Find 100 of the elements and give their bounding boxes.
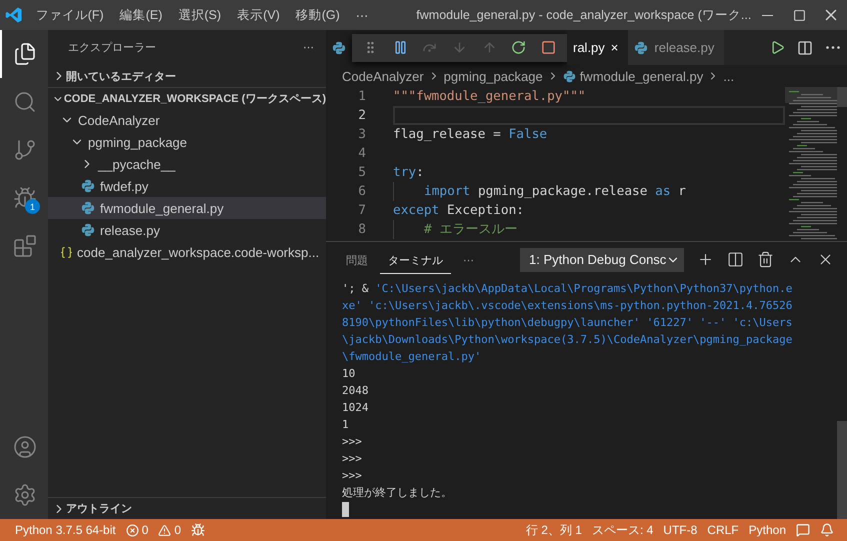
python-file-icon <box>81 223 95 237</box>
menu-item[interactable]: ⋯ <box>348 8 376 22</box>
code-line: # エラースルー <box>393 220 785 239</box>
status-item[interactable]: UTF-8 <box>658 523 702 537</box>
files-icon <box>13 42 37 66</box>
debug-icon <box>13 186 37 210</box>
stop-icon <box>540 40 556 55</box>
section-header[interactable]: 開いているエディター <box>48 65 326 87</box>
step-into-icon <box>452 40 467 55</box>
tree-item[interactable]: release.py <box>48 219 326 241</box>
terminal-cursor <box>342 502 349 517</box>
panel-tab[interactable]: ターミナル <box>380 245 451 274</box>
window-title: fwmodule_general.py - code_analyzer_workspace (ワーク... <box>415 6 752 24</box>
error-icon <box>126 524 139 536</box>
terminal-line: 10 <box>342 366 356 382</box>
bug-icon <box>191 523 206 537</box>
more-actions-button[interactable]: ⋯ <box>455 246 482 273</box>
status-item[interactable]: スペース: 4 <box>586 522 658 538</box>
tree-item[interactable]: CodeAnalyzer <box>48 109 326 131</box>
restart-icon <box>511 40 526 55</box>
editor-tab[interactable]: ral.py × <box>567 30 628 65</box>
tree-item[interactable]: code_analyzer_workspace.code-worksp... <box>48 241 326 263</box>
terminal-line: 1024 <box>342 400 370 416</box>
split-icon <box>727 251 744 268</box>
tree-item[interactable]: pgming_package <box>48 131 326 153</box>
warning-count[interactable]: 0 <box>153 523 186 537</box>
menu-item[interactable]: 編集(E) <box>112 6 170 24</box>
terminal-line: '; & 'C:\Users\jackb\AppData\Local\Programs\Python\Python37\python.e <box>342 281 794 297</box>
line-number: 1 <box>357 89 366 104</box>
app-logo-icon <box>4 6 23 24</box>
settings-icon <box>13 483 37 507</box>
minimize-icon <box>762 14 773 16</box>
terminal-line: 2048 <box>342 383 370 399</box>
source-control-icon <box>13 138 37 162</box>
line-number: 6 <box>357 184 366 199</box>
sidebar-title: エクスプローラー <box>68 40 156 55</box>
close-tab-button[interactable]: × <box>610 40 618 55</box>
code-line: flag_release = False <box>393 126 548 144</box>
breadcrumb-item[interactable]: pgming_package <box>444 68 543 84</box>
line-number: 4 <box>357 146 366 161</box>
feedback-icon <box>796 523 810 537</box>
more-icon <box>826 46 840 49</box>
scrollbar-thumb[interactable] <box>837 87 847 107</box>
warning-icon <box>158 524 172 536</box>
code-line: import pgming_package.release as r <box>393 182 785 201</box>
python-file-icon <box>634 40 648 54</box>
terminal-line: >>> <box>342 451 363 467</box>
python-file-icon <box>81 201 95 215</box>
tree-item[interactable]: fwdef.py <box>48 175 326 197</box>
breadcrumb-item[interactable]: fwmodule_general.py <box>580 68 704 84</box>
terminal-line: \jackb\Downloads\Python\workspace(3.7.5)\CodeAnalyzer\pgming_package <box>342 332 794 348</box>
section-header[interactable]: CODE_ANALYZER_WORKSPACE (ワークスペース) <box>48 87 326 109</box>
status-item[interactable]: Python 3.7.5 64-bit <box>10 523 121 537</box>
tree-item[interactable]: fwmodule_general.py <box>48 197 326 219</box>
status-item[interactable]: 行 2、列 1 <box>520 522 587 538</box>
terminal-select[interactable]: 1: Python Debug Consc <box>520 248 684 272</box>
terminal-line: \fwmodule_general.py' <box>342 349 482 365</box>
menu-item[interactable]: 表示(V) <box>229 6 288 24</box>
line-number: 8 <box>357 222 366 237</box>
maximize-icon <box>792 8 806 22</box>
count-badge: 1 <box>25 199 40 214</box>
braces-icon <box>60 246 73 258</box>
breadcrumb-item[interactable]: CodeAnalyzer <box>342 68 424 84</box>
play-icon <box>770 40 784 55</box>
line-number: 2 <box>357 108 366 123</box>
line-number: 5 <box>357 165 366 180</box>
panel-tab[interactable]: 問題 <box>338 245 376 274</box>
terminal-line: >>> <box>342 468 363 484</box>
code-line: """fwmodule_general.py""" <box>393 88 587 106</box>
python-file-icon <box>562 70 576 82</box>
breadcrumb-item[interactable]: ... <box>723 68 734 84</box>
tree-item[interactable]: __pycache__ <box>48 153 326 175</box>
debug-activity-button[interactable]: 1 <box>0 174 48 222</box>
menu-item[interactable]: ファイル(F) <box>28 6 112 24</box>
pause-icon <box>392 40 408 55</box>
more-actions-button[interactable]: ⋯ <box>303 41 314 54</box>
status-item[interactable]: Python <box>744 523 791 537</box>
code-line: except Exception: <box>393 202 525 220</box>
scrollbar-thumb[interactable] <box>837 421 847 519</box>
menu-item[interactable]: 移動(G) <box>288 6 348 24</box>
status-item[interactable]: CRLF <box>702 523 744 537</box>
step-out-icon <box>482 40 497 55</box>
terminal-line: 1 <box>342 417 350 433</box>
line-number: 7 <box>357 203 366 218</box>
code-line: try: <box>393 164 425 182</box>
terminal-line: >>> <box>342 434 363 450</box>
delete-icon <box>757 251 774 268</box>
search-icon <box>13 90 37 114</box>
account-icon <box>13 435 37 459</box>
python-file-icon <box>81 179 95 193</box>
menu-item[interactable]: 選択(S) <box>170 6 230 24</box>
terminal-line: xe' 'c:\Users\jackb\.vscode\extensions\ms-python.python-2021.4.76526 <box>342 298 794 314</box>
split-icon <box>797 40 813 56</box>
terminal-line: 処理が終了しました。 <box>342 485 453 501</box>
python-file-icon <box>332 40 346 54</box>
error-count[interactable]: 0 <box>120 523 154 537</box>
editor-tab[interactable]: release.py <box>628 30 724 65</box>
line-number: 3 <box>357 127 366 142</box>
bell-icon <box>820 523 834 537</box>
extensions-icon <box>13 234 37 258</box>
